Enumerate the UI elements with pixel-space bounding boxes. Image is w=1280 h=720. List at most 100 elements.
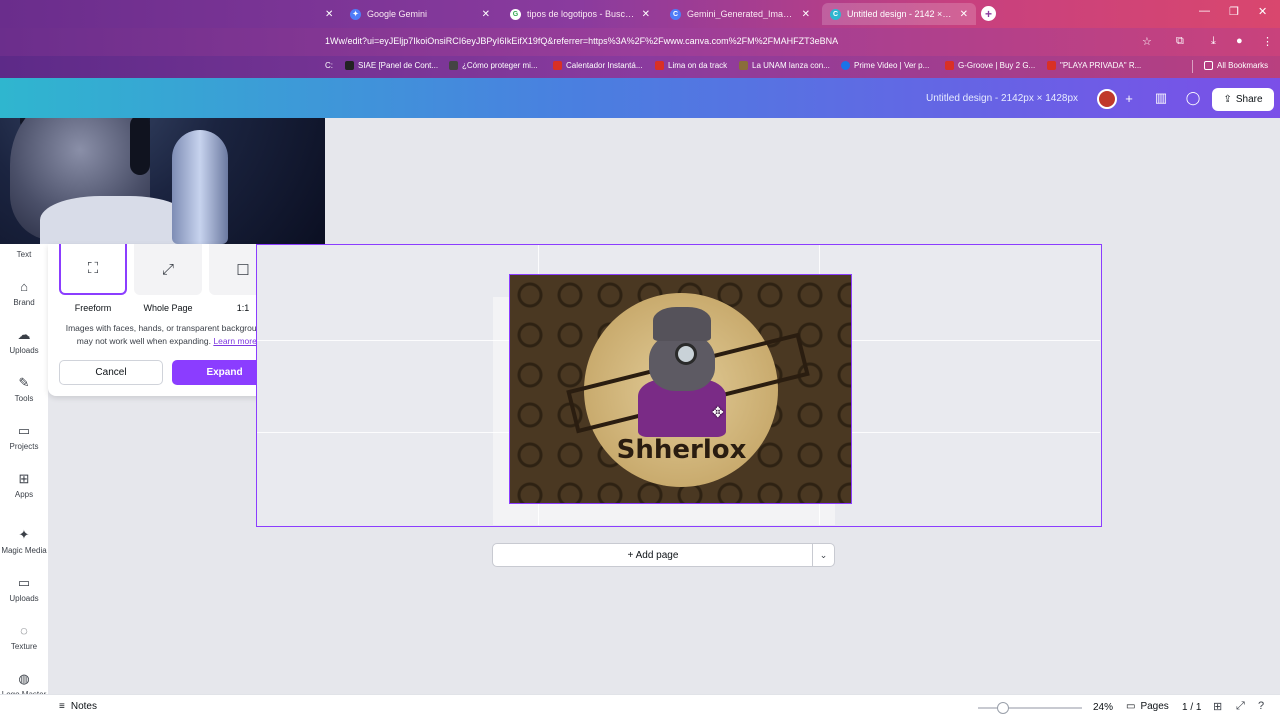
add-page-button[interactable]: + Add page	[493, 544, 813, 566]
folder-icon	[1204, 61, 1213, 70]
avatar[interactable]	[1097, 89, 1117, 109]
zoom-slider[interactable]	[978, 702, 1082, 714]
pencil-icon: ✎	[18, 375, 30, 390]
page-count: 1 / 1	[1182, 702, 1202, 713]
bookmark-item[interactable]: La UNAM lanza con...	[739, 61, 830, 70]
canva-icon: C	[670, 8, 681, 20]
bookmark-item[interactable]: G-Groove | Buy 2 G...	[945, 61, 1035, 70]
sidebar-item-apps[interactable]: ⊞ Apps	[0, 471, 48, 500]
zoom-slider-thumb[interactable]	[996, 702, 1009, 714]
bookmark-icon	[449, 61, 458, 70]
bookmark-item[interactable]: Calentador Instantá...	[553, 61, 643, 70]
close-icon[interactable]: ✕	[482, 9, 490, 20]
share-icon: ⇪	[1223, 94, 1232, 105]
minimize-icon[interactable]: —	[1199, 5, 1210, 17]
folder-icon: ▭	[17, 423, 31, 438]
canva-icon: C	[830, 8, 841, 20]
bookmark-hidden[interactable]: C:	[325, 61, 333, 70]
extensions-icon[interactable]: ⧉	[1176, 35, 1184, 48]
tab-close-hidden[interactable]: ✕	[325, 3, 335, 25]
sidebar-item-texture[interactable]: ◌ Texture	[0, 623, 48, 652]
grid-view-icon[interactable]: ⊞	[1213, 700, 1222, 713]
editor-footer: ≡ Notes 24% ▭ Pages 1 / 1 ⊞ ⤢ ?	[0, 694, 1280, 720]
tab-gemini-image[interactable]: C Gemini_Generated_Image_o7 ✕	[662, 3, 818, 25]
sidebar-item-magic-media[interactable]: ✦ Magic Media	[0, 527, 48, 556]
magnifier-icon	[675, 343, 697, 365]
move-cursor-icon: ✥	[712, 404, 724, 420]
webcam-shirt	[40, 196, 190, 244]
bookmark-icon	[739, 61, 748, 70]
bookmark-item[interactable]: ¿Cómo proteger mi...	[449, 61, 538, 70]
tab-google-gemini[interactable]: ✦ Google Gemini ✕	[342, 3, 498, 25]
sidebar-item-uploads[interactable]: ☁ Uploads	[0, 327, 48, 356]
bookmark-icon	[345, 61, 354, 70]
close-icon[interactable]: ✕	[960, 9, 968, 20]
bookmark-item[interactable]: "PLAYA PRIVADA" R...	[1047, 61, 1141, 70]
design-image[interactable]: Shherlox	[509, 274, 852, 504]
cancel-button[interactable]: Cancel	[59, 360, 163, 385]
bookmark-icon	[841, 61, 850, 70]
pages-button[interactable]: ▭ Pages	[1126, 701, 1169, 712]
zoom-level[interactable]: 24%	[1093, 702, 1113, 713]
all-bookmarks[interactable]: All Bookmarks	[1204, 61, 1268, 70]
sidebar-item-uploads-2[interactable]: ▭ Uploads	[0, 575, 48, 604]
sidebar-item-tools[interactable]: ✎ Tools	[0, 375, 48, 404]
detective-hat	[653, 307, 711, 341]
magic-media-icon: ✦	[18, 527, 30, 542]
add-page-bar: + Add page ⌄	[492, 543, 835, 567]
brand-icon: ⌂	[20, 279, 28, 294]
expand-warning-note: Images with faces, hands, or transparent…	[65, 323, 271, 346]
bookmark-separator	[1192, 60, 1193, 73]
comment-icon[interactable]: ◯	[1183, 88, 1203, 108]
close-icon[interactable]: ✕	[802, 9, 810, 20]
webcam-headphone	[130, 115, 150, 175]
profile-icon[interactable]: ●	[1236, 35, 1243, 47]
star-icon[interactable]: ☆	[1142, 35, 1152, 48]
help-icon[interactable]: ?	[1258, 700, 1264, 712]
bookmark-icon	[945, 61, 954, 70]
notes-button[interactable]: ≡ Notes	[59, 701, 97, 712]
sidebar-item-text[interactable]: Text	[0, 250, 48, 259]
close-icon[interactable]: ✕	[642, 9, 650, 20]
share-button[interactable]: ⇪ Share	[1212, 88, 1274, 111]
download-icon[interactable]: ⤓	[1211, 35, 1216, 48]
bookmark-icon	[553, 61, 562, 70]
learn-more-link[interactable]: Learn more.	[213, 336, 259, 346]
texture-icon: ◌	[20, 623, 28, 638]
browser-tab-bar: ✕ ✦ Google Gemini ✕ G tipos de logotipos…	[0, 0, 1280, 28]
option-whole-page[interactable]: ⤢ Whole Page	[134, 244, 202, 313]
left-sidebar: Text ⌂ Brand ☁ Uploads ✎ Tools ▭ Projects ⊞ A…	[0, 244, 48, 699]
sidebar-item-projects[interactable]: ▭ Projects	[0, 423, 48, 452]
bookmark-item[interactable]: SIAE [Panel de Cont...	[345, 61, 438, 70]
notes-icon: ≡	[59, 701, 65, 712]
folder-icon: ▭	[17, 575, 31, 590]
address-bar: 1Ww/edit?ui=eyJEljp7IkoiOnsiRCI6eyJBPyI6…	[0, 28, 1280, 56]
new-tab-button[interactable]: +	[981, 6, 996, 21]
url-text[interactable]: 1Ww/edit?ui=eyJEljp7IkoiOnsiRCI6eyJBPyI6…	[325, 36, 838, 46]
fullscreen-icon[interactable]: ⤢	[1236, 700, 1245, 713]
sidebar-item-brand[interactable]: ⌂ Brand	[0, 279, 48, 308]
more-icon[interactable]: ⋮	[1262, 35, 1273, 48]
google-icon: G	[510, 8, 521, 20]
cloud-upload-icon: ☁	[17, 327, 31, 342]
editor-header: Untitled design - 2142px × 1428px + ▥ ◯	[0, 78, 1280, 118]
bookmark-icon	[655, 61, 664, 70]
whole-page-icon: ⤢	[134, 244, 202, 295]
close-window-icon[interactable]: ✕	[1258, 5, 1267, 18]
bookmark-item[interactable]: Prime Video | Ver p...	[841, 61, 929, 70]
tab-logotipos[interactable]: G tipos de logotipos - Buscar con ✕	[502, 3, 658, 25]
apps-icon: ⊞	[18, 471, 30, 486]
design-title[interactable]: Untitled design - 2142px × 1428px	[926, 93, 1078, 104]
gemini-icon: ✦	[350, 8, 361, 20]
magic-expand-panel: ⛶ Freeform ⤢ Whole Page ☐ 1:1 Images wit…	[48, 244, 288, 396]
restore-icon[interactable]: ❐	[1229, 5, 1239, 18]
option-freeform[interactable]: ⛶ Freeform	[59, 244, 127, 313]
webcam-microphone	[172, 130, 228, 244]
logo-brand-text: Shherlox	[616, 435, 747, 465]
tab-untitled-design[interactable]: C Untitled design - 2142 × 1428p ✕	[822, 3, 976, 25]
add-collaborator-icon[interactable]: +	[1119, 88, 1139, 108]
insights-icon[interactable]: ▥	[1151, 88, 1171, 108]
chevron-down-icon[interactable]: ⌄	[812, 544, 834, 566]
bookmark-icon	[1047, 61, 1056, 70]
bookmark-item[interactable]: Lima on da track	[655, 61, 727, 70]
